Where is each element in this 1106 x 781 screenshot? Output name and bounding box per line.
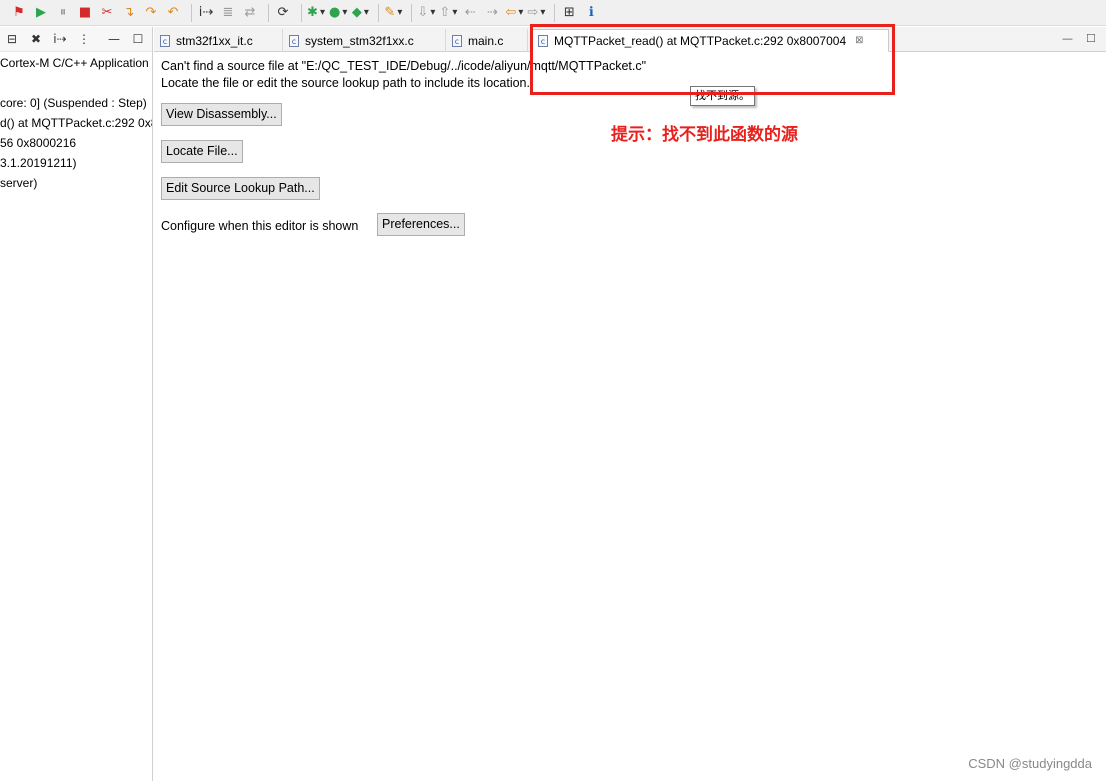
external-tools-icon[interactable]: ◆: [351, 3, 369, 23]
tab-label: system_stm32f1xx.c: [305, 33, 414, 48]
annotation-highlight-box: [530, 24, 895, 95]
toolbar-separator: [301, 3, 302, 22]
tab-label: main.c: [468, 33, 504, 48]
next-annotation-icon[interactable]: ⇩: [417, 3, 435, 23]
locate-file-button[interactable]: Locate File...: [161, 140, 243, 163]
debug-tree-item[interactable]: d() at MQTTPacket.c:292 0x8007004: [0, 114, 152, 132]
source-not-found-editor: Can't find a source file at "E:/QC_TEST_…: [154, 52, 1106, 781]
step-over-icon[interactable]: ↷: [142, 3, 160, 23]
debug-tree-item[interactable]: server): [0, 174, 37, 192]
step-into-icon[interactable]: ↴: [120, 3, 138, 23]
c-file-icon: c: [289, 34, 299, 47]
pin-icon[interactable]: ✎: [384, 3, 402, 23]
back-icon[interactable]: ⇦: [505, 3, 523, 23]
prev-annotation-icon[interactable]: ⇧: [439, 3, 457, 23]
debug-tree-item[interactable]: core: 0] (Suspended : Step): [0, 94, 147, 112]
debug-view-toolbar: ⊟ ✖ i⇢ ⋮ — ☐: [0, 27, 152, 52]
drop-to-frame-icon[interactable]: ⇄: [241, 3, 259, 23]
debug-view-panel: ⊟ ✖ i⇢ ⋮ — ☐ Cortex-M C/C++ Application core: …: [0, 27, 153, 781]
c-file-icon: c: [452, 34, 462, 47]
info-icon[interactable]: ℹ: [582, 3, 600, 23]
instruction-stepping-icon[interactable]: i⇢: [51, 29, 69, 49]
editor-minimize-icon[interactable]: —: [1062, 32, 1073, 45]
terminate-icon[interactable]: ■: [76, 3, 94, 23]
watermark: CSDN @studyingdda: [968, 756, 1092, 771]
edit-source-lookup-button[interactable]: Edit Source Lookup Path...: [161, 177, 320, 200]
debug-icon[interactable]: ✱: [307, 3, 325, 23]
debug-tree-item[interactable]: Cortex-M C/C++ Application: [0, 54, 149, 72]
collapse-all-icon[interactable]: ⊟: [3, 29, 21, 49]
open-perspective-icon[interactable]: ⊞: [560, 3, 578, 23]
run-icon[interactable]: ●: [329, 3, 347, 23]
instruction-step-icon[interactable]: i⇢: [197, 3, 215, 23]
editor-area: c stm32f1xx_it.c c system_stm32f1xx.c c …: [154, 24, 1106, 781]
view-menu-icon[interactable]: ⋮: [75, 29, 93, 49]
breakpoint-skip-icon[interactable]: ⚑: [10, 3, 28, 23]
last-edit-icon[interactable]: ⇠: [461, 3, 479, 23]
maximize-icon[interactable]: ☐: [129, 29, 147, 49]
restart-icon[interactable]: ⟳: [274, 3, 292, 23]
toolbar-separator: [411, 3, 413, 22]
disconnect-icon[interactable]: ✂: [98, 3, 116, 23]
tab-stm32f1xx-it[interactable]: c stm32f1xx_it.c: [154, 29, 283, 52]
suspend-icon[interactable]: ⏸: [54, 3, 72, 23]
editor-maximize-icon[interactable]: ☐: [1086, 32, 1096, 45]
toolbar-separator: [191, 3, 192, 22]
c-file-icon: c: [160, 34, 170, 47]
main-toolbar: ⚑▶⏸■✂↴↷↶ i⇢≣⇄ ⟳ ✱●◆ ✎ ⇩⇧⇠⇢⇦⇨ ⊞ℹ: [0, 0, 1106, 26]
annotation-text: 提示：找不到此函数的源: [611, 125, 798, 145]
resume-icon[interactable]: ▶: [32, 3, 50, 23]
step-filter-icon[interactable]: ≣: [219, 3, 237, 23]
configure-label: Configure when this editor is shown: [161, 219, 359, 233]
remove-terminated-icon[interactable]: ✖: [27, 29, 45, 49]
tab-main-c[interactable]: c main.c: [446, 29, 528, 52]
tab-system-stm32f1xx[interactable]: c system_stm32f1xx.c: [283, 29, 446, 52]
tab-label: stm32f1xx_it.c: [176, 33, 253, 48]
minimize-icon[interactable]: —: [105, 29, 123, 49]
debug-tree-item[interactable]: 3.1.20191211): [0, 154, 77, 172]
preferences-button[interactable]: Preferences...: [377, 213, 465, 236]
debug-tree-item[interactable]: 56 0x8000216: [0, 134, 76, 152]
forward-edit-icon[interactable]: ⇢: [483, 3, 501, 23]
toolbar-separator: [268, 3, 269, 22]
toolbar-separator: [378, 3, 380, 22]
forward-icon[interactable]: ⇨: [527, 3, 545, 23]
source-lookup-hint: Locate the file or edit the source looku…: [161, 76, 530, 90]
toolbar-separator: [554, 3, 556, 22]
step-return-icon[interactable]: ↶: [164, 3, 182, 23]
view-disassembly-button[interactable]: View Disassembly...: [161, 103, 282, 126]
